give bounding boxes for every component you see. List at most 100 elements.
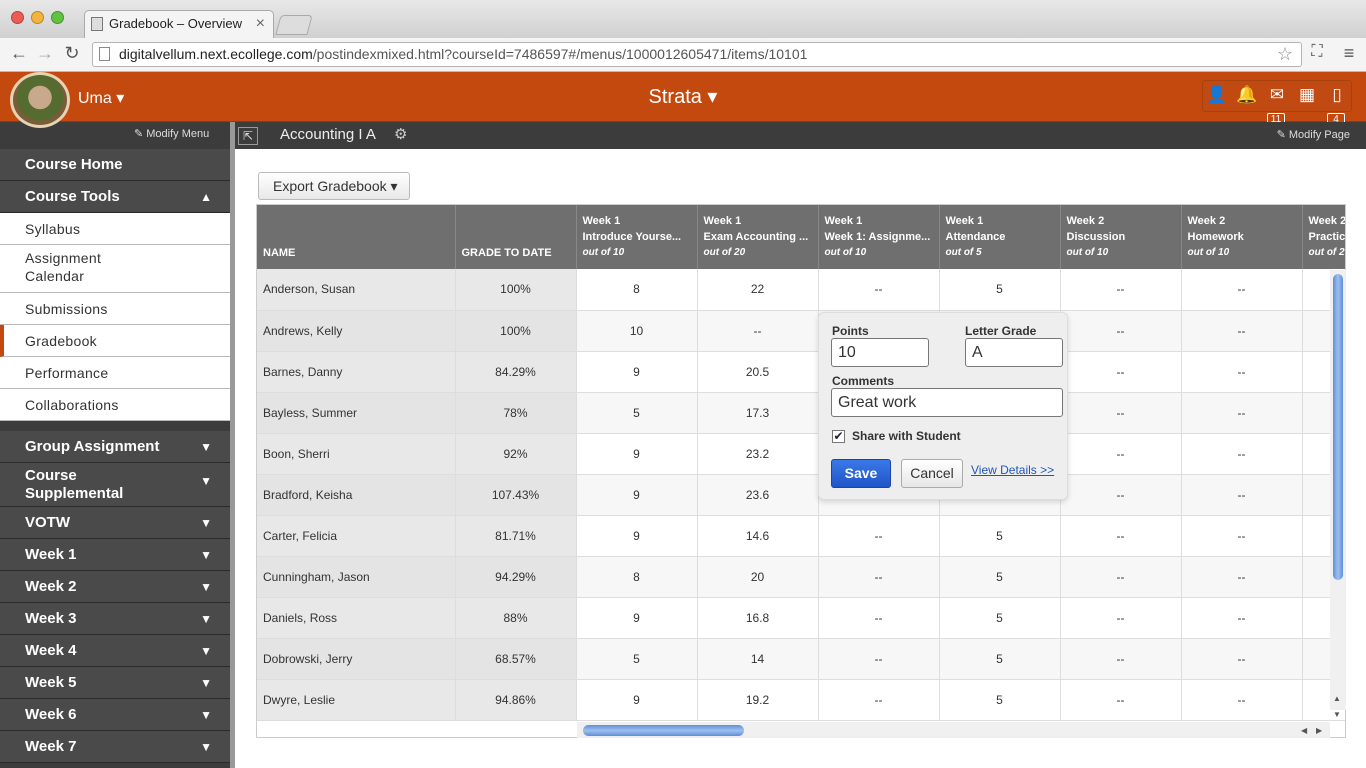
fullscreen-icon[interactable]: ⛶ bbox=[1306, 43, 1328, 61]
new-tab-button[interactable] bbox=[275, 15, 313, 35]
sidebar-item-performance[interactable]: Performance bbox=[0, 357, 230, 389]
score-cell[interactable]: 9 bbox=[576, 433, 698, 475]
student-name-cell[interactable]: Bayless, Summer bbox=[257, 392, 456, 434]
student-name-cell[interactable]: Carter, Felicia bbox=[257, 515, 456, 557]
score-cell[interactable]: -- bbox=[1181, 515, 1303, 557]
student-name-cell[interactable]: Daniels, Ross bbox=[257, 597, 456, 639]
sidebar-scrollbar[interactable] bbox=[230, 122, 235, 768]
column-header-assignment[interactable]: Week 1 Attendance out of 5 bbox=[939, 205, 1061, 269]
column-header-assignment[interactable]: Week 1 Introduce Yourse... out of 10 bbox=[576, 205, 698, 269]
comments-input[interactable]: Great work bbox=[831, 388, 1063, 417]
score-cell[interactable]: -- bbox=[1060, 556, 1182, 598]
sidebar-week-6[interactable]: Week 6 ▼ bbox=[0, 699, 230, 731]
column-header-assignment[interactable]: Week 2 Homework out of 10 bbox=[1181, 205, 1303, 269]
score-cell[interactable]: 19.2 bbox=[697, 679, 819, 721]
browser-tab[interactable]: Gradebook – Overview × bbox=[84, 10, 274, 38]
student-name-cell[interactable]: Bradford, Keisha bbox=[257, 474, 456, 516]
column-header-grade[interactable]: GRADE TO DATE bbox=[455, 205, 577, 269]
score-cell[interactable]: -- bbox=[1181, 638, 1303, 680]
zoom-window-icon[interactable] bbox=[51, 11, 64, 24]
brand-menu[interactable]: Strata ▾ bbox=[0, 84, 1366, 109]
view-details-link[interactable]: View Details >> bbox=[971, 463, 1054, 477]
column-header-assignment[interactable]: Week 2 Practic out of 2 bbox=[1302, 205, 1345, 269]
score-cell[interactable]: 5 bbox=[939, 515, 1061, 557]
score-cell[interactable]: 16.8 bbox=[697, 597, 819, 639]
avatar[interactable] bbox=[10, 72, 70, 128]
score-cell[interactable]: -- bbox=[1060, 433, 1182, 475]
student-name-cell[interactable]: Barnes, Danny bbox=[257, 351, 456, 393]
student-name-cell[interactable]: Anderson, Susan bbox=[257, 269, 456, 311]
cancel-button[interactable]: Cancel bbox=[901, 459, 963, 488]
sidebar-item-assignment-calendar[interactable]: Assignment Calendar bbox=[0, 245, 230, 293]
export-gradebook-button[interactable]: Export Gradebook ▾ bbox=[258, 172, 410, 200]
bookmark-star-icon[interactable]: ☆ bbox=[1277, 43, 1293, 66]
score-cell[interactable]: -- bbox=[1181, 310, 1303, 352]
bell-icon[interactable]: 🔔 bbox=[1235, 85, 1259, 107]
score-cell[interactable]: -- bbox=[1181, 556, 1303, 598]
score-cell[interactable]: -- bbox=[818, 556, 940, 598]
letter-grade-input[interactable]: A bbox=[965, 338, 1063, 367]
score-cell[interactable]: 5 bbox=[939, 597, 1061, 639]
share-checkbox[interactable]: ✔ bbox=[832, 430, 845, 443]
score-cell[interactable]: -- bbox=[1060, 679, 1182, 721]
score-cell[interactable]: 9 bbox=[576, 351, 698, 393]
scroll-down-arrow-icon[interactable]: ▼ bbox=[1333, 710, 1341, 719]
sidebar-week-2[interactable]: Week 2 ▼ bbox=[0, 571, 230, 603]
score-cell[interactable]: 9 bbox=[576, 515, 698, 557]
close-window-icon[interactable] bbox=[11, 11, 24, 24]
student-name-cell[interactable]: Boon, Sherri bbox=[257, 433, 456, 475]
sidebar-item-collaborations[interactable]: Collaborations bbox=[0, 389, 230, 421]
document-icon[interactable]: ▯ 4 bbox=[1325, 85, 1349, 127]
score-cell[interactable]: 8 bbox=[576, 556, 698, 598]
score-cell[interactable]: 5 bbox=[939, 556, 1061, 598]
score-cell[interactable]: -- bbox=[1181, 392, 1303, 434]
sidebar-week-1[interactable]: Week 1 ▼ bbox=[0, 539, 230, 571]
modify-menu-link[interactable]: ✎ Modify Menu bbox=[134, 127, 209, 140]
scroll-left-arrow-icon[interactable]: ◀ bbox=[1301, 726, 1307, 735]
sidebar-week-3[interactable]: Week 3 ▼ bbox=[0, 603, 230, 635]
forward-arrow-icon[interactable]: → bbox=[34, 43, 56, 64]
gear-icon[interactable]: ⚙ bbox=[394, 125, 407, 143]
score-cell[interactable]: 5 bbox=[576, 638, 698, 680]
score-cell[interactable]: -- bbox=[1181, 351, 1303, 393]
sidebar-course-home[interactable]: Course Home bbox=[0, 149, 230, 181]
score-cell[interactable]: 5 bbox=[939, 679, 1061, 721]
score-cell[interactable]: -- bbox=[818, 597, 940, 639]
score-cell[interactable]: 9 bbox=[576, 597, 698, 639]
scroll-right-arrow-icon[interactable]: ▶ bbox=[1316, 726, 1322, 735]
scroll-up-arrow-icon[interactable]: ▲ bbox=[1333, 694, 1341, 703]
score-cell[interactable]: -- bbox=[1060, 638, 1182, 680]
score-cell[interactable]: -- bbox=[1181, 597, 1303, 639]
sidebar-item-submissions[interactable]: Submissions bbox=[0, 293, 230, 325]
save-button[interactable]: Save bbox=[831, 459, 891, 488]
column-header-assignment[interactable]: Week 1 Exam Accounting ... out of 20 bbox=[697, 205, 819, 269]
score-cell[interactable]: 10 bbox=[576, 310, 698, 352]
column-header-assignment[interactable]: Week 1 Week 1: Assignme... out of 10 bbox=[818, 205, 940, 269]
sidebar-course-tools[interactable]: Course Tools ▲ bbox=[0, 181, 230, 213]
score-cell[interactable]: -- bbox=[697, 310, 819, 352]
sidebar-group-assignment[interactable]: Group Assignment ▼ bbox=[0, 431, 230, 463]
address-bar[interactable]: digitalvellum.next.ecollege.com/postinde… bbox=[92, 42, 1302, 67]
points-input[interactable]: 10 bbox=[831, 338, 929, 367]
calendar-icon[interactable]: ▦ bbox=[1295, 85, 1319, 107]
score-cell[interactable]: -- bbox=[818, 269, 940, 311]
sidebar-course-supplemental[interactable]: Course Supplemental ▼ bbox=[0, 463, 230, 507]
student-name-cell[interactable]: Cunningham, Jason bbox=[257, 556, 456, 598]
score-cell[interactable]: -- bbox=[1181, 433, 1303, 475]
score-cell[interactable]: -- bbox=[1060, 474, 1182, 516]
score-cell[interactable]: -- bbox=[1060, 392, 1182, 434]
score-cell[interactable]: -- bbox=[818, 638, 940, 680]
score-cell[interactable]: -- bbox=[818, 679, 940, 721]
score-cell[interactable]: -- bbox=[1181, 474, 1303, 516]
score-cell[interactable]: 5 bbox=[576, 392, 698, 434]
horizontal-scroll-thumb[interactable] bbox=[583, 725, 744, 736]
score-cell[interactable]: -- bbox=[818, 515, 940, 557]
person-icon[interactable]: 👤 bbox=[1205, 85, 1229, 107]
column-header-name[interactable]: NAME bbox=[257, 205, 456, 269]
score-cell[interactable]: 14.6 bbox=[697, 515, 819, 557]
score-cell[interactable]: 9 bbox=[576, 474, 698, 516]
score-cell[interactable]: 5 bbox=[939, 269, 1061, 311]
collapse-icon[interactable]: ⇱ bbox=[238, 127, 258, 145]
score-cell[interactable]: 20 bbox=[697, 556, 819, 598]
score-cell[interactable]: -- bbox=[1181, 269, 1303, 311]
